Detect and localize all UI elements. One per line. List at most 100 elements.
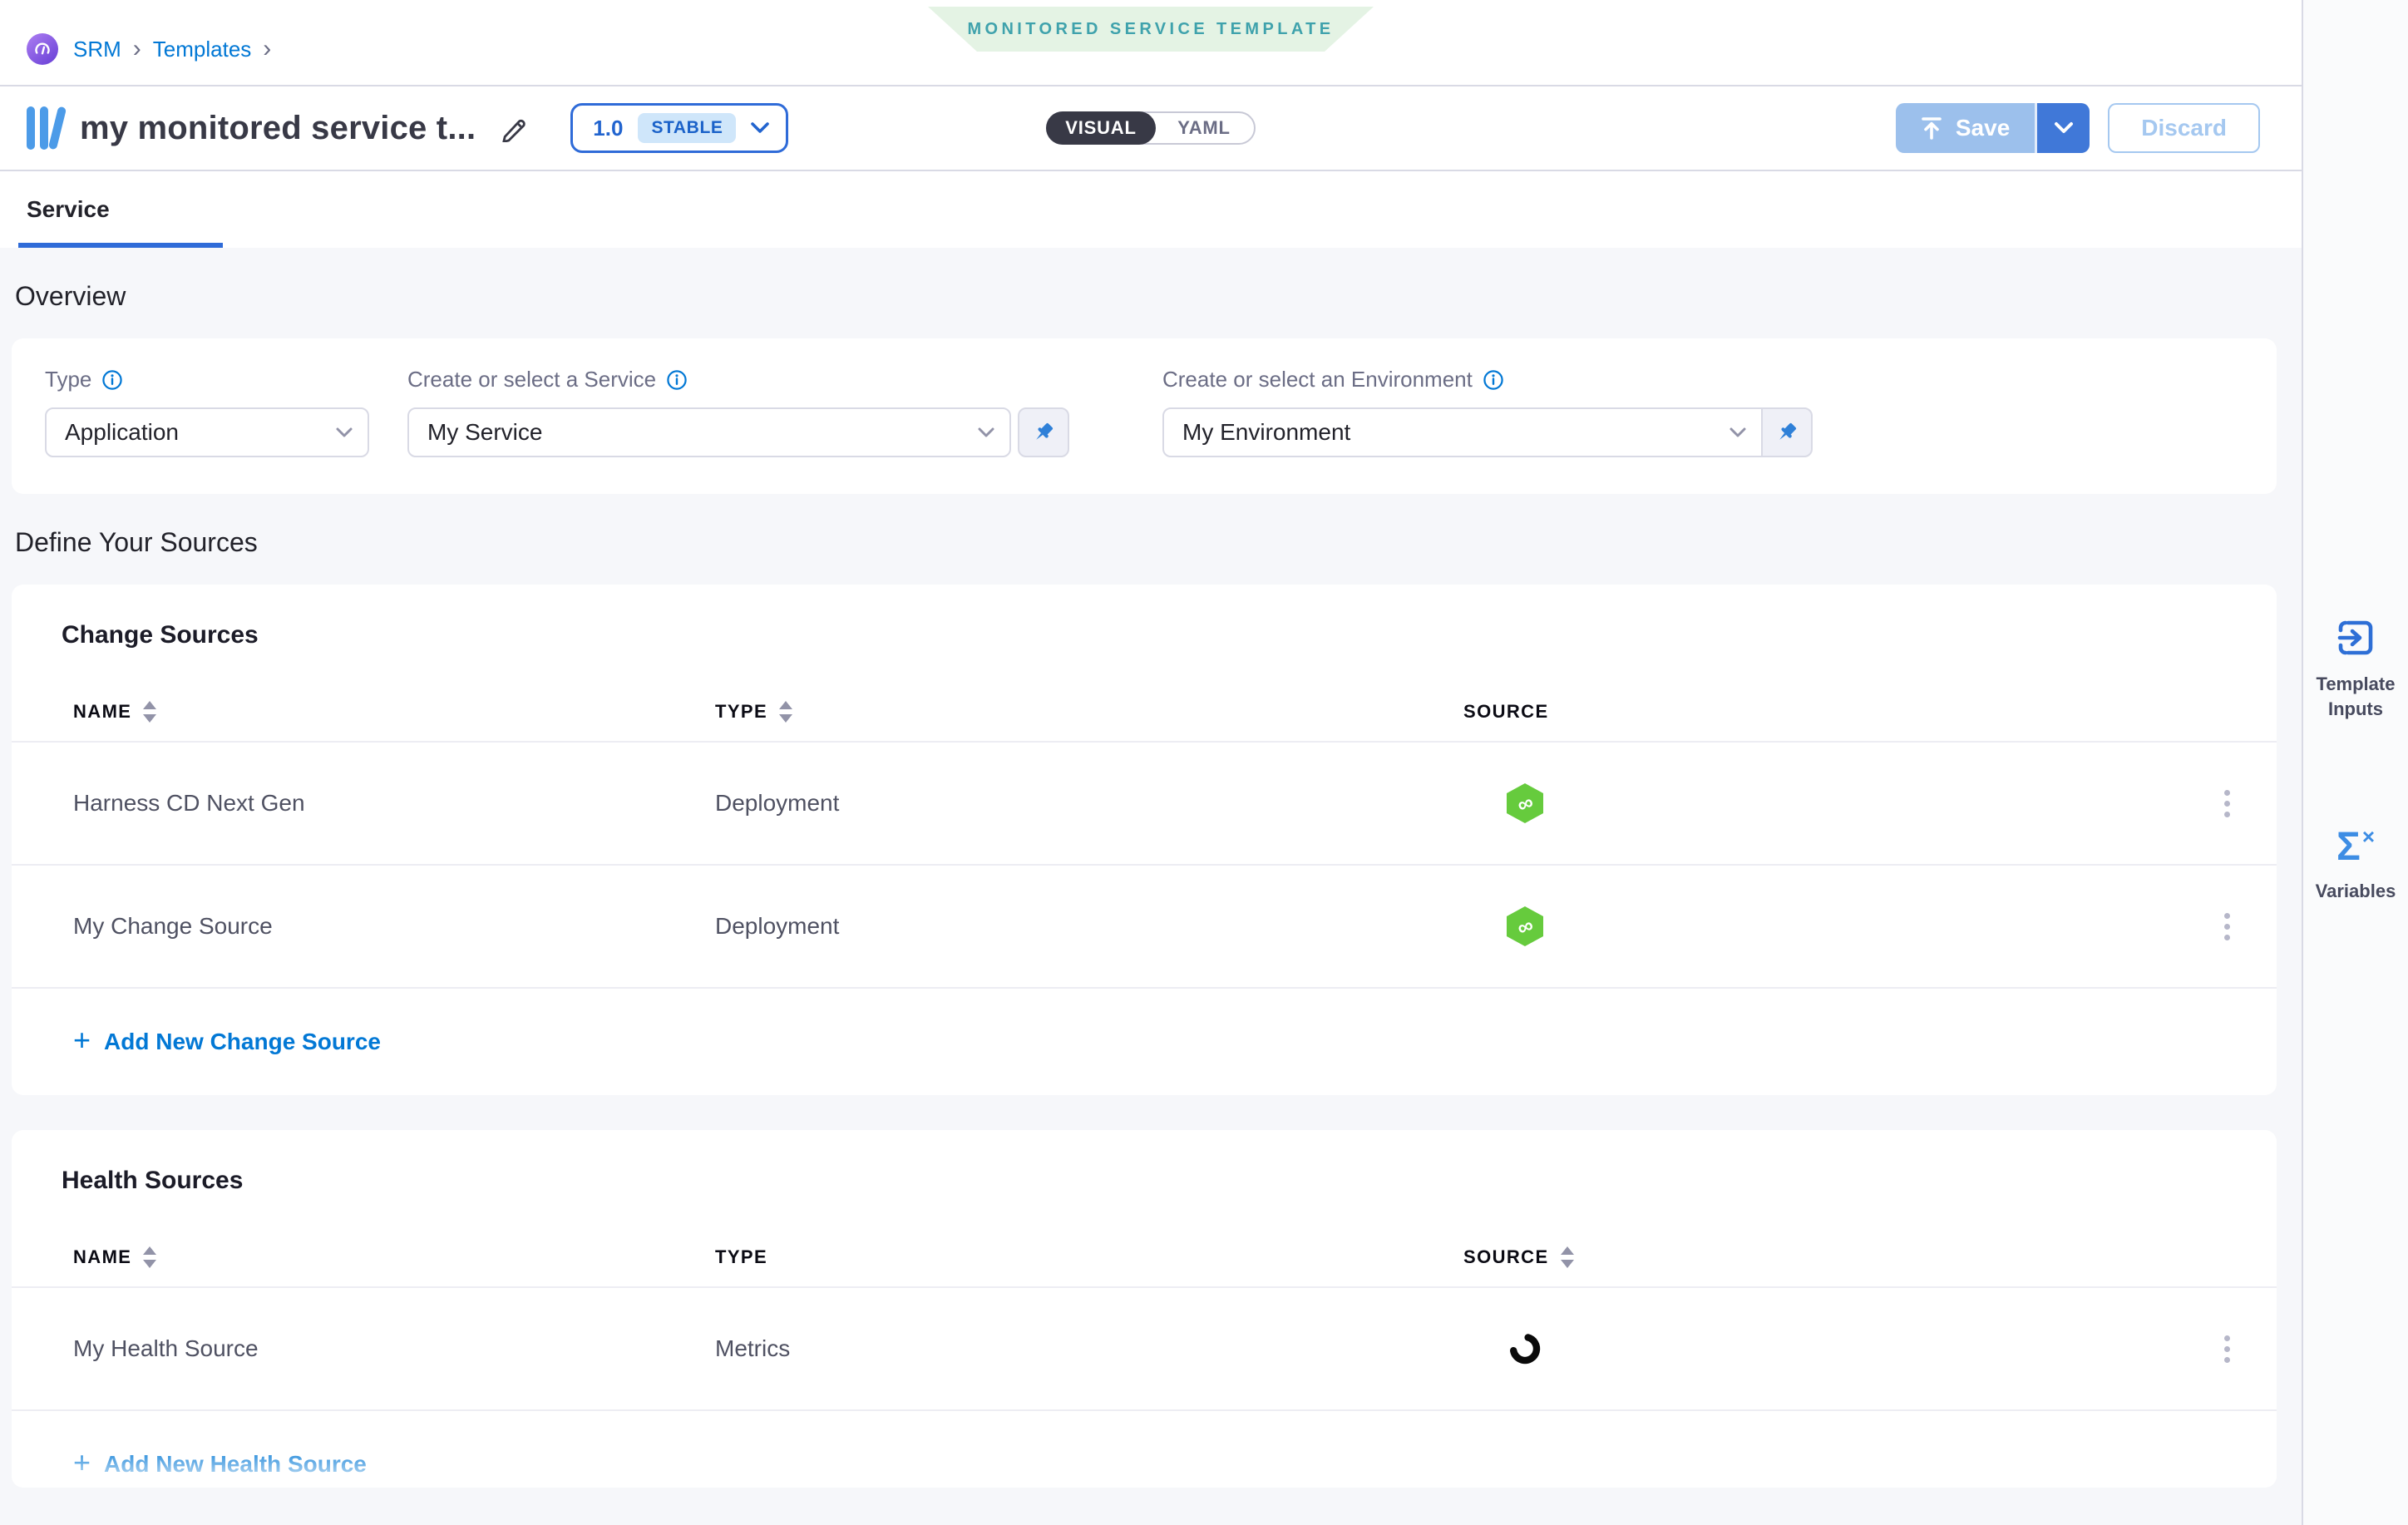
breadcrumb-templates-link[interactable]: Templates [153, 37, 252, 62]
environment-field: Create or select an Environment My Envir… [1162, 367, 1813, 457]
pencil-icon [499, 114, 527, 142]
row-name: Harness CD Next Gen [73, 790, 715, 817]
environment-value: My Environment [1182, 419, 1350, 446]
chevron-right-icon: › [133, 37, 141, 62]
type-value: Application [65, 419, 179, 446]
tab-service[interactable]: Service [18, 196, 223, 248]
service-field: Create or select a Service My Service [407, 367, 1069, 457]
version-stable-tag: STABLE [638, 113, 736, 143]
chevron-down-icon [336, 427, 353, 437]
service-label: Create or select a Service [407, 367, 656, 392]
pin-icon [1031, 420, 1056, 445]
info-icon[interactable] [101, 369, 123, 391]
toggle-yaml[interactable]: YAML [1154, 113, 1254, 143]
discard-button[interactable]: Discard [2108, 103, 2260, 153]
change-sources-header-row: NAME TYPE SOURCE [12, 683, 2277, 743]
sort-icon [1561, 1246, 1574, 1268]
column-name[interactable]: NAME [73, 1246, 715, 1268]
breadcrumb-bar: SRM › Templates › MONITORED SERVICE TEMP… [0, 0, 2302, 86]
variables-label: Variables [2307, 879, 2404, 904]
plus-icon: + [73, 1448, 91, 1478]
environment-select[interactable]: My Environment [1162, 407, 1763, 457]
info-icon[interactable] [666, 369, 688, 391]
overview-card: Type Application Create or select [12, 338, 2277, 494]
change-source-row[interactable]: Harness CD Next Gen Deployment ∞ [12, 743, 2277, 866]
environment-label: Create or select an Environment [1162, 367, 1473, 392]
column-type: TYPE [715, 1246, 1463, 1268]
row-type: Deployment [715, 790, 1463, 817]
harness-cd-icon: ∞ [1507, 783, 1543, 823]
info-icon[interactable] [1483, 369, 1504, 391]
breadcrumb-srm-link[interactable]: SRM [73, 37, 121, 62]
plus-icon: + [73, 1025, 91, 1055]
page-title: my monitored service t... [80, 110, 476, 147]
template-inputs-label: Template Inputs [2307, 672, 2404, 721]
row-name: My Health Source [73, 1335, 715, 1362]
title-bar: my monitored service t... 1.0 STABLE VIS… [0, 86, 2302, 171]
row-menu-button[interactable] [2211, 1325, 2243, 1373]
template-inputs-icon [2333, 615, 2378, 660]
sort-icon [143, 701, 156, 723]
change-sources-card: Change Sources NAME TYPE SOURCE [12, 585, 2277, 1095]
column-name[interactable]: NAME [73, 701, 715, 723]
chevron-down-icon [978, 427, 994, 437]
variables-icon: Σ× [2336, 827, 2375, 867]
template-library-icon [27, 106, 62, 150]
badge-label: MONITORED SERVICE TEMPLATE [967, 20, 1334, 39]
health-sources-card: Health Sources NAME TYPE SOURCE [12, 1130, 2277, 1488]
tab-row: Service [0, 171, 2302, 248]
appdynamics-icon [1507, 1330, 1543, 1367]
version-number: 1.0 [593, 116, 623, 141]
column-type[interactable]: TYPE [715, 701, 1463, 723]
breadcrumb: SRM › Templates › [27, 33, 271, 65]
row-menu-button[interactable] [2211, 780, 2243, 827]
visual-yaml-toggle: VISUAL YAML [1046, 111, 1256, 145]
type-select[interactable]: Application [45, 407, 369, 457]
template-inputs-button[interactable]: Template Inputs [2307, 615, 2404, 721]
type-label: Type [45, 367, 91, 392]
toggle-visual[interactable]: VISUAL [1046, 111, 1156, 145]
chevron-down-icon [2054, 121, 2074, 135]
health-source-row[interactable]: My Health Source Metrics [12, 1288, 2277, 1411]
version-selector[interactable]: 1.0 STABLE [570, 103, 788, 153]
sort-icon [143, 1246, 156, 1268]
add-health-source-link[interactable]: + Add New Health Source [73, 1451, 367, 1478]
main-area: SRM › Templates › MONITORED SERVICE TEMP… [0, 0, 2302, 1525]
save-options-button[interactable] [2035, 103, 2090, 153]
variables-button[interactable]: Σ× Variables [2307, 827, 2404, 904]
edit-title-button[interactable] [499, 114, 527, 142]
pin-environment-button[interactable] [1761, 407, 1813, 457]
column-source: SOURCE [1463, 701, 2164, 723]
chevron-down-icon [751, 122, 769, 134]
save-split-button: Save [1896, 103, 2090, 153]
right-rail: Template Inputs Σ× Variables [2302, 0, 2408, 1525]
save-button[interactable]: Save [1896, 103, 2035, 153]
change-source-row[interactable]: My Change Source Deployment ∞ [12, 866, 2277, 989]
save-label: Save [1956, 115, 2010, 141]
row-name: My Change Source [73, 913, 715, 940]
service-select[interactable]: My Service [407, 407, 1011, 457]
row-menu-button[interactable] [2211, 903, 2243, 950]
define-sources-heading: Define Your Sources [15, 527, 2302, 558]
column-source[interactable]: SOURCE [1463, 1246, 2164, 1268]
type-field: Type Application [45, 367, 369, 457]
pin-icon [1774, 420, 1799, 445]
add-change-source-link[interactable]: + Add New Change Source [73, 1029, 381, 1055]
content-area: Overview Type Application [0, 281, 2302, 1488]
srm-logo-icon [27, 33, 58, 65]
template-editor-page: SRM › Templates › MONITORED SERVICE TEMP… [0, 0, 2408, 1525]
row-type: Metrics [715, 1335, 1463, 1362]
change-sources-title: Change Sources [62, 621, 2277, 649]
monitored-service-template-badge: MONITORED SERVICE TEMPLATE [928, 7, 1374, 52]
header-actions: Save Discard [1896, 103, 2260, 153]
upload-icon [1921, 116, 1942, 140]
health-sources-header-row: NAME TYPE SOURCE [12, 1228, 2277, 1288]
service-value: My Service [427, 419, 542, 446]
sort-icon [779, 701, 792, 723]
pin-service-button[interactable] [1018, 407, 1069, 457]
row-type: Deployment [715, 913, 1463, 940]
chevron-right-icon: › [263, 37, 271, 62]
harness-cd-icon: ∞ [1507, 906, 1543, 946]
overview-heading: Overview [15, 281, 2302, 312]
health-sources-title: Health Sources [62, 1167, 2277, 1195]
